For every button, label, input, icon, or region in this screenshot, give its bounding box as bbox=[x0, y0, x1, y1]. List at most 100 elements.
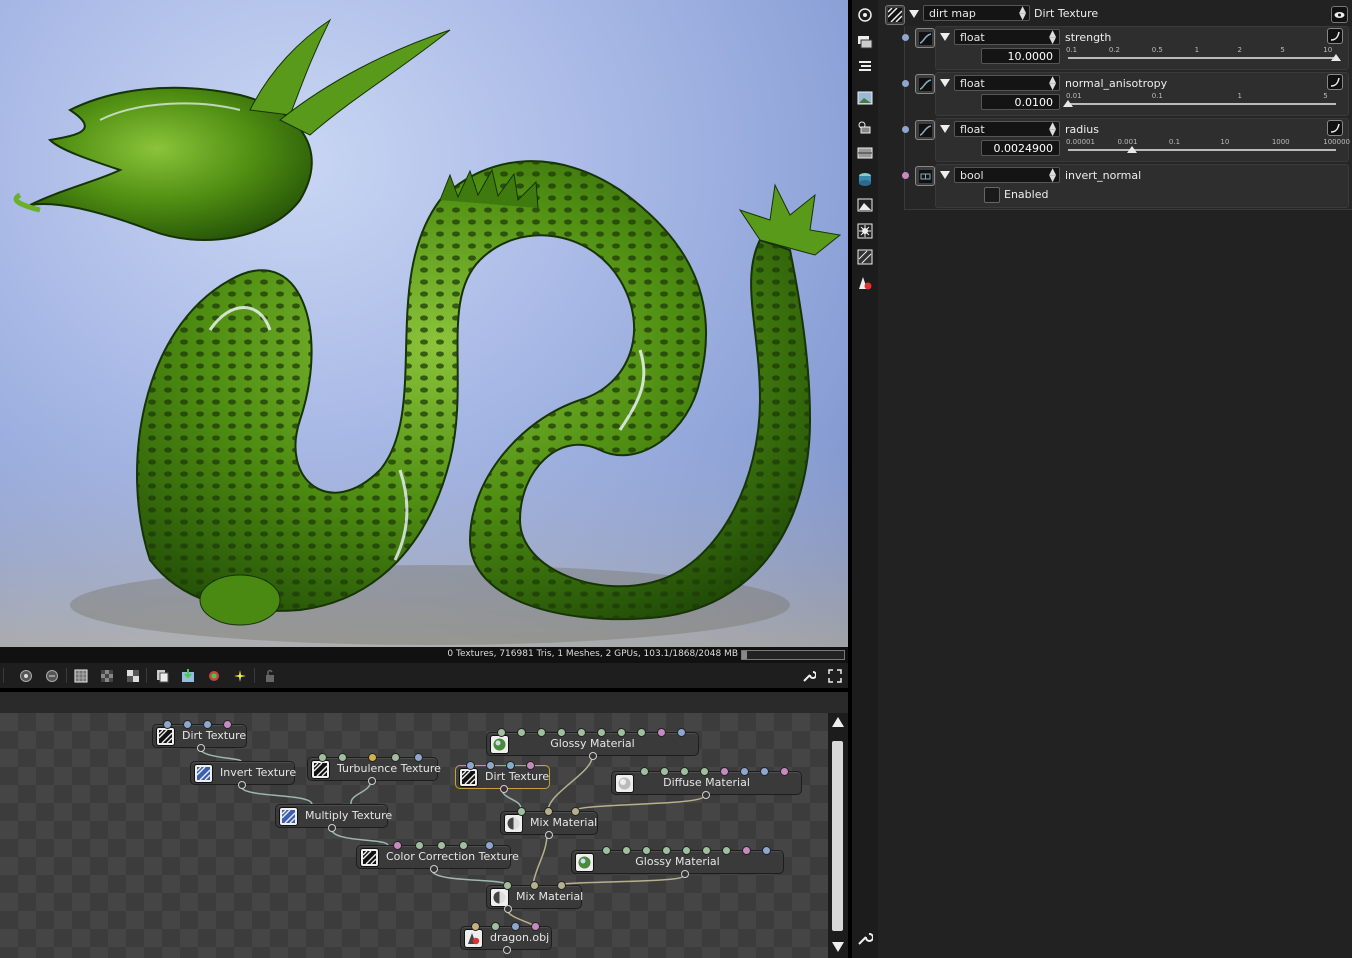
settings-wrench-icon[interactable] bbox=[857, 930, 873, 946]
curve-mode-icon[interactable] bbox=[1327, 120, 1343, 136]
node-mix-material[interactable]: Mix Material bbox=[500, 807, 598, 839]
node-input-pin[interactable] bbox=[597, 728, 606, 737]
node-glossy-material[interactable]: Glossy Material bbox=[571, 846, 784, 878]
node-glossy-material[interactable]: Glossy Material bbox=[486, 728, 699, 760]
attribute-type-dropdown[interactable]: float ▲ ▼ bbox=[954, 29, 1060, 46]
node-output-pin[interactable] bbox=[545, 831, 553, 839]
reset-camera-icon[interactable] bbox=[44, 668, 59, 683]
node-graph-scrollbar[interactable] bbox=[828, 713, 848, 958]
node-output-pin[interactable] bbox=[197, 744, 205, 752]
geometry-object-icon[interactable] bbox=[857, 275, 873, 291]
node-mix-material[interactable]: Mix Material bbox=[486, 881, 583, 913]
film-camera-icon[interactable] bbox=[857, 119, 873, 135]
node-input-pin[interactable] bbox=[517, 728, 526, 737]
bool-attribute-icon[interactable] bbox=[915, 166, 935, 186]
node-input-pin[interactable] bbox=[780, 767, 789, 776]
wrench-icon[interactable] bbox=[801, 668, 816, 683]
slider-rail[interactable] bbox=[1068, 57, 1336, 59]
node-input-pin[interactable] bbox=[677, 728, 686, 737]
collapse-arrow-icon[interactable] bbox=[909, 10, 919, 18]
fullscreen-icon[interactable] bbox=[827, 668, 842, 683]
lock-render-icon[interactable] bbox=[232, 668, 247, 683]
node-input-pin[interactable] bbox=[506, 761, 515, 770]
node-input-pin[interactable] bbox=[660, 767, 669, 776]
node-output-pin[interactable] bbox=[702, 791, 710, 799]
camera-settings-icon[interactable] bbox=[857, 34, 873, 50]
node-output-pin[interactable] bbox=[500, 785, 508, 793]
node-input-pin[interactable] bbox=[517, 807, 526, 816]
environment-icon[interactable] bbox=[857, 171, 873, 187]
node-input-pin[interactable] bbox=[338, 753, 347, 762]
float-attribute-icon[interactable] bbox=[915, 74, 935, 94]
node-input-pin[interactable] bbox=[471, 922, 480, 931]
node-input-pin[interactable] bbox=[393, 841, 402, 850]
node-output-pin[interactable] bbox=[681, 870, 689, 878]
node-input-pin[interactable] bbox=[459, 841, 468, 850]
scrollbar-thumb[interactable] bbox=[832, 741, 843, 931]
node-multiply-texture[interactable]: Multiply Texture bbox=[275, 804, 392, 832]
attribute-collapse-arrow-icon[interactable] bbox=[940, 171, 950, 179]
node-input-pin[interactable] bbox=[491, 922, 500, 931]
node-input-pin[interactable] bbox=[602, 846, 611, 855]
node-input-pin[interactable] bbox=[720, 767, 729, 776]
node-input-pin[interactable] bbox=[537, 728, 546, 737]
attribute-input-pin[interactable] bbox=[902, 172, 909, 179]
node-input-pin[interactable] bbox=[700, 767, 709, 776]
save-image-icon[interactable] bbox=[180, 668, 195, 683]
node-input-pin[interactable] bbox=[577, 728, 586, 737]
slider-knob[interactable] bbox=[1063, 100, 1073, 107]
attribute-collapse-arrow-icon[interactable] bbox=[940, 125, 950, 133]
node-output-pin[interactable] bbox=[238, 781, 246, 789]
invert-normal-checkbox[interactable] bbox=[984, 187, 1000, 203]
imager-icon[interactable] bbox=[857, 197, 873, 213]
node-input-pin[interactable] bbox=[318, 753, 327, 762]
node-input-pin[interactable] bbox=[544, 807, 553, 816]
alpha-channel-icon[interactable] bbox=[125, 668, 140, 683]
attribute-input-pin[interactable] bbox=[902, 34, 909, 41]
scroll-up-arrow-icon[interactable] bbox=[832, 717, 844, 727]
node-input-pin[interactable] bbox=[203, 720, 212, 729]
node-input-pin[interactable] bbox=[557, 881, 566, 890]
node-input-pin[interactable] bbox=[702, 846, 711, 855]
node-input-pin[interactable] bbox=[503, 881, 512, 890]
node-output-pin[interactable] bbox=[589, 752, 597, 760]
node-output-pin[interactable] bbox=[328, 824, 336, 832]
attribute-type-dropdown[interactable]: bool ▲ ▼ bbox=[954, 167, 1060, 184]
texture-icon[interactable] bbox=[857, 249, 873, 265]
node-input-pin[interactable] bbox=[680, 767, 689, 776]
node-input-pin[interactable] bbox=[662, 846, 671, 855]
node-turbulence-texture[interactable]: Turbulence Texture bbox=[307, 753, 441, 785]
node-input-pin[interactable] bbox=[557, 728, 566, 737]
radius-slider[interactable]: 0.00001 0.001 0.1 10 1000 100000 bbox=[1066, 138, 1350, 154]
light-icon[interactable] bbox=[857, 223, 873, 239]
node-input-pin[interactable] bbox=[391, 753, 400, 762]
node-dirt-texture[interactable]: Dirt Texture bbox=[152, 720, 247, 752]
node-input-pin[interactable] bbox=[530, 881, 539, 890]
curve-mode-icon[interactable] bbox=[1327, 74, 1343, 90]
node-output-pin[interactable] bbox=[503, 946, 511, 954]
attribute-input-pin[interactable] bbox=[902, 126, 909, 133]
node-input-pin[interactable] bbox=[368, 753, 377, 762]
node-input-pin[interactable] bbox=[485, 841, 494, 850]
node-input-pin[interactable] bbox=[642, 846, 651, 855]
node-input-pin[interactable] bbox=[640, 767, 649, 776]
normal-anisotropy-value-field[interactable]: 0.0100 bbox=[981, 94, 1060, 110]
node-input-pin[interactable] bbox=[762, 846, 771, 855]
node-input-pin[interactable] bbox=[415, 841, 424, 850]
node-input-pin[interactable] bbox=[760, 767, 769, 776]
scroll-down-arrow-icon[interactable] bbox=[832, 942, 844, 952]
render-region-icon[interactable] bbox=[73, 668, 88, 683]
node-name-dropdown[interactable]: dirt map ▲ ▼ bbox=[923, 5, 1030, 22]
copy-to-clipboard-icon[interactable] bbox=[154, 668, 169, 683]
node-input-pin[interactable] bbox=[657, 728, 666, 737]
node-input-pin[interactable] bbox=[571, 807, 580, 816]
node-input-pin[interactable] bbox=[163, 720, 172, 729]
node-graph-editor[interactable]: Dirt Texture Invert Texture Turbulence Tex… bbox=[0, 713, 828, 958]
slider-knob[interactable] bbox=[1331, 54, 1341, 61]
node-input-pin[interactable] bbox=[466, 761, 475, 770]
node-color-correction-texture[interactable]: Color Correction Texture bbox=[356, 841, 519, 873]
node-input-pin[interactable] bbox=[622, 846, 631, 855]
attribute-collapse-arrow-icon[interactable] bbox=[940, 33, 950, 41]
color-picker-icon[interactable] bbox=[206, 668, 221, 683]
node-input-pin[interactable] bbox=[414, 753, 423, 762]
